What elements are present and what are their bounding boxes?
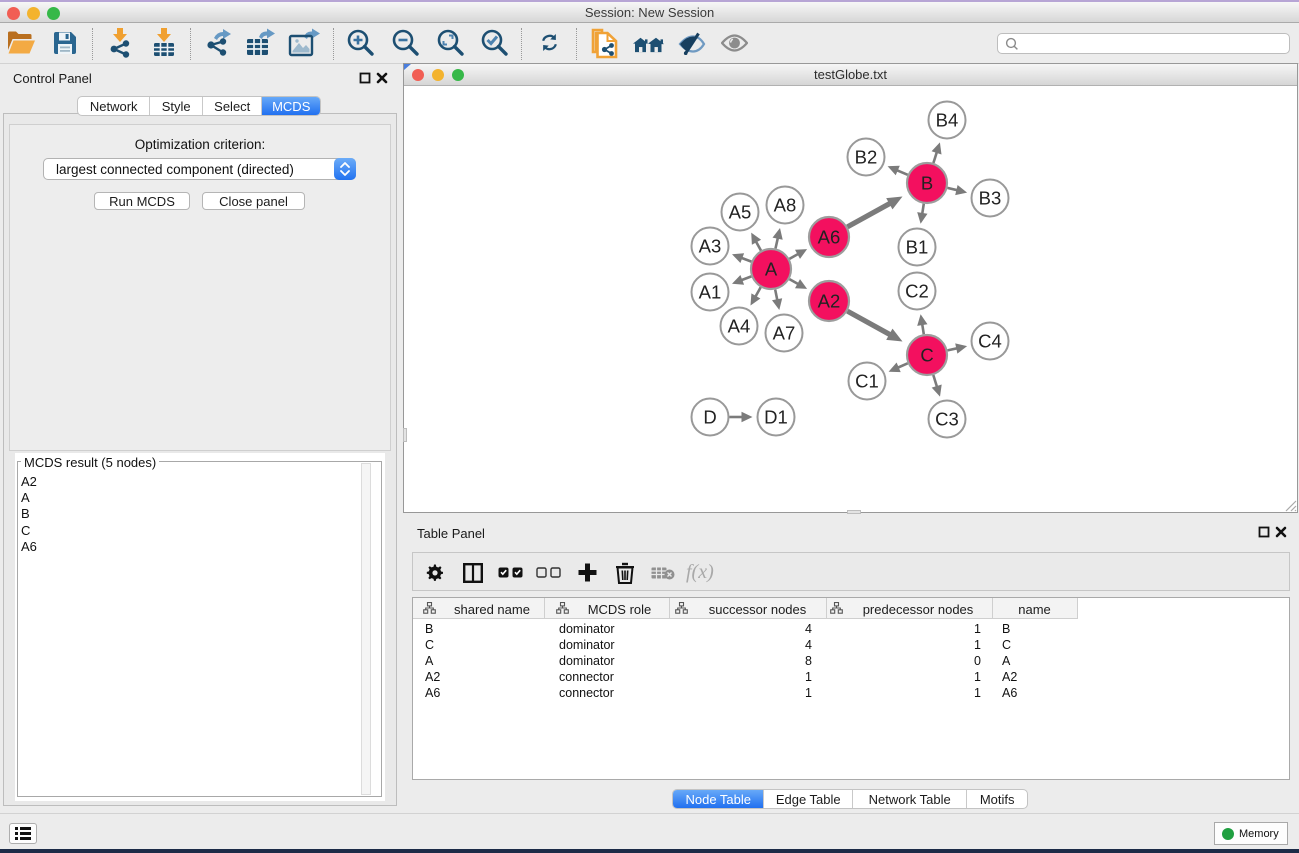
svg-text:B: B	[921, 173, 933, 194]
svg-text:C: C	[920, 345, 933, 366]
svg-text:D1: D1	[764, 407, 788, 428]
svg-text:C4: C4	[978, 331, 1002, 352]
svg-text:A2: A2	[818, 291, 841, 312]
svg-text:A1: A1	[699, 282, 722, 303]
svg-text:A4: A4	[728, 316, 751, 337]
svg-text:A7: A7	[773, 323, 796, 344]
svg-text:A: A	[765, 259, 778, 280]
svg-text:A8: A8	[774, 195, 797, 216]
svg-text:B1: B1	[906, 237, 929, 258]
svg-text:A3: A3	[699, 236, 722, 257]
svg-text:B4: B4	[936, 110, 959, 131]
svg-text:D: D	[703, 407, 716, 428]
svg-text:C2: C2	[905, 281, 929, 302]
svg-text:A6: A6	[818, 227, 841, 248]
svg-text:A5: A5	[729, 202, 752, 223]
svg-text:B3: B3	[979, 188, 1002, 209]
svg-text:C3: C3	[935, 409, 959, 430]
svg-text:B2: B2	[855, 147, 878, 168]
svg-text:C1: C1	[855, 371, 879, 392]
